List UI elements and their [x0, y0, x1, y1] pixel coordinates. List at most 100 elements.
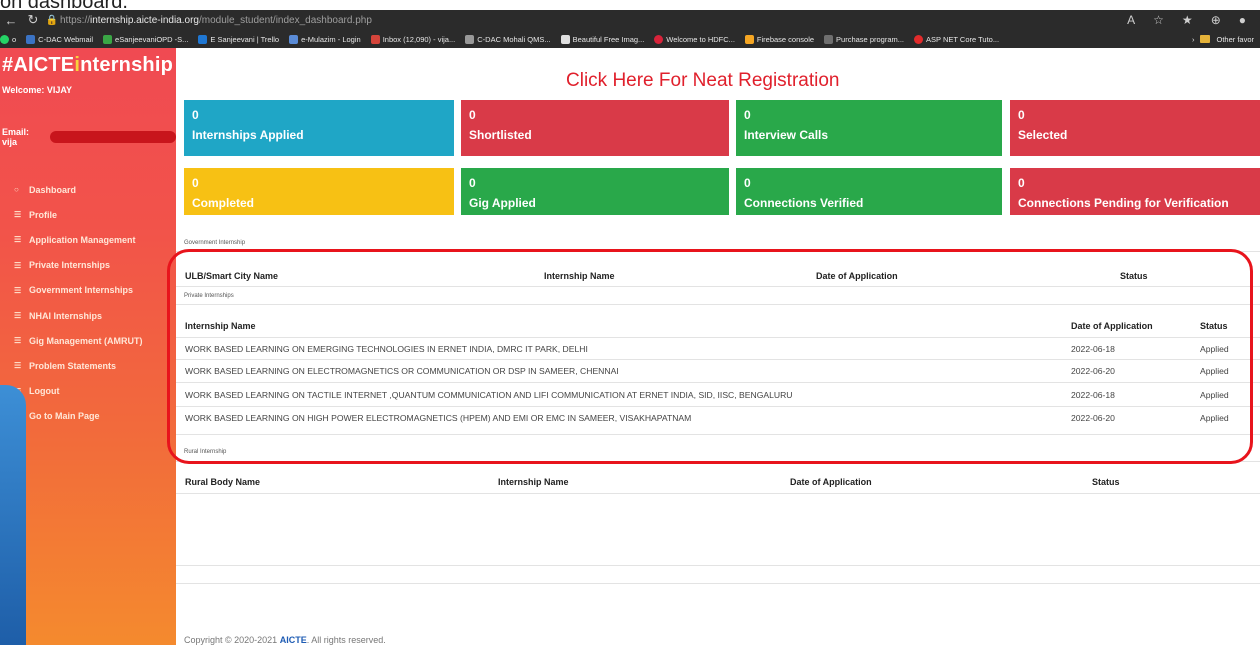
divider — [176, 406, 1260, 407]
divider — [176, 359, 1260, 360]
address-row: ← ↻ 🔒 https://internship.aicte-india.org… — [0, 10, 1260, 30]
divider — [176, 461, 1260, 462]
table-row-internship-name: WORK BASED LEARNING ON ELECTROMAGNETICS … — [185, 366, 619, 376]
col-header-ulb: ULB/Smart City Name — [185, 271, 279, 281]
sidebar-item-logout[interactable]: ☰Logout — [0, 379, 176, 404]
bookmark-item[interactable]: Inbox (12,090) - vija... — [370, 34, 455, 44]
page-caption: on dashboard. — [0, 0, 128, 10]
firebase-icon — [744, 34, 754, 44]
stat-card-shortlisted[interactable]: 0 Shortlisted — [461, 100, 729, 156]
collections-icon[interactable]: ⊕ — [1211, 13, 1221, 27]
sidebar-item-nhai-internships[interactable]: ☰ NHAI Internships — [0, 303, 176, 328]
col-header-internship-name: Internship Name — [498, 477, 569, 487]
table-row-status: Applied — [1200, 413, 1229, 423]
sidebar-item-dashboard[interactable]: ○ Dashboard — [0, 177, 176, 202]
table-row-status: Applied — [1200, 344, 1229, 354]
bookmark-item[interactable]: C-DAC Webmail — [26, 34, 93, 44]
refresh-icon[interactable]: ↻ — [22, 12, 44, 28]
sidebar-item-gig-management[interactable]: ☰ Gig Management (AMRUT) — [0, 328, 176, 353]
divider — [176, 493, 1260, 494]
neat-registration-link[interactable]: Click Here For Neat Registration — [566, 70, 839, 92]
col-header-date: Date of Application — [790, 477, 872, 487]
stat-card-interview-calls[interactable]: 0 Interview Calls — [736, 100, 1002, 156]
main-content: Click Here For Neat Registration 0 Intern… — [176, 48, 1260, 645]
folder-icon — [1200, 35, 1211, 43]
url-path: /module_student/index_dashboard.php — [198, 14, 372, 26]
add-favorite-icon[interactable]: ☆ — [1153, 13, 1164, 27]
divider — [176, 251, 1260, 252]
table-row-status: Applied — [1200, 390, 1229, 400]
bookmark-icon — [103, 34, 113, 44]
lock-icon[interactable]: 🔒 — [44, 15, 60, 26]
col-header-rural-body: Rural Body Name — [185, 477, 261, 487]
col-header-date: Date of Application — [816, 271, 898, 281]
bookmark-item[interactable]: Firebase console — [744, 34, 814, 44]
bookmark-icon — [26, 34, 36, 44]
bookmark-item[interactable]: Purchase program... — [824, 34, 904, 44]
private-internships-caption: Private Internships — [184, 293, 234, 299]
url-host: internship.aicte-india.org — [90, 14, 199, 26]
redaction-mark — [49, 131, 176, 143]
divider — [176, 434, 1260, 435]
col-header-date: Date of Application — [1071, 321, 1153, 331]
list-icon: ☰ — [14, 311, 22, 321]
list-icon: ☰ — [14, 235, 22, 245]
bookmarks-overflow-icon[interactable]: › — [1192, 35, 1195, 44]
footer-copyright: Copyright © 2020-2021 AICTE. All rights … — [184, 635, 386, 645]
bookmark-item[interactable]: e-Mulazim - Login — [289, 34, 361, 44]
sidebar-item-profile[interactable]: ☰ Profile — [0, 202, 176, 227]
welcome-text: Welcome: VIJAY — [2, 85, 73, 95]
bookmark-whatsapp[interactable]: o — [0, 34, 16, 44]
other-favorites[interactable]: Other favor — [1216, 35, 1254, 44]
stat-card-connections-pending[interactable]: 0 Connections Pending for Verification — [1010, 168, 1260, 215]
sidebar-menu: ○ Dashboard ☰ Profile ☰ Application Managem… — [0, 177, 176, 429]
list-icon: ☰ — [14, 361, 22, 371]
col-header-internship-name: Internship Name — [544, 271, 615, 281]
stat-card-gig-applied[interactable]: 0 Gig Applied — [461, 168, 729, 215]
read-aloud-icon[interactable]: A — [1127, 13, 1135, 27]
whatsapp-icon — [0, 34, 9, 44]
sidebar-item-private-internships[interactable]: ☰ Private Internships — [0, 253, 176, 278]
bookmark-item[interactable]: eSanjeevaniOPD -S... — [103, 34, 188, 44]
browser-chrome: ← ↻ 🔒 https://internship.aicte-india.org… — [0, 10, 1260, 48]
brand-logo[interactable]: #AICTEinternship — [0, 48, 176, 77]
email-label: Email: vija — [2, 127, 30, 147]
back-icon[interactable]: ← — [0, 13, 22, 28]
sidebar-item-application-management[interactable]: ☰ Application Management — [0, 227, 176, 252]
bookmark-icon — [289, 34, 299, 44]
address-bar[interactable]: https://internship.aicte-india.org/modul… — [60, 15, 1127, 26]
background-shape — [0, 385, 26, 645]
bookmark-item[interactable]: ASP NET Core Tuto... — [914, 34, 999, 44]
list-icon: ☰ — [14, 210, 22, 220]
stat-card-completed[interactable]: 0 Completed — [184, 168, 454, 215]
table-row-date: 2022-06-18 — [1071, 390, 1115, 400]
divider — [176, 583, 1260, 584]
bookmark-icon — [560, 34, 570, 44]
bookmark-item[interactable]: C-DAC Mohali QMS... — [465, 34, 551, 44]
stat-card-connections-verified[interactable]: 0 Connections Verified — [736, 168, 1002, 215]
col-header-internship-name: Internship Name — [185, 321, 256, 331]
stat-card-internships-applied[interactable]: 0 Internships Applied — [184, 100, 454, 156]
list-icon: ☰ — [14, 260, 22, 270]
list-icon: ☰ — [14, 285, 22, 295]
table-row-date: 2022-06-20 — [1071, 413, 1115, 423]
footer-aicte-link[interactable]: AICTE — [280, 635, 307, 645]
bookmark-icon — [824, 34, 834, 44]
bookmark-item[interactable]: Beautiful Free Imag... — [560, 34, 644, 44]
table-row-internship-name: WORK BASED LEARNING ON TACTILE INTERNET … — [185, 390, 793, 400]
sidebar-item-problem-statements[interactable]: ☰ Problem Statements — [0, 353, 176, 378]
favorites-icon[interactable]: ★ — [1182, 13, 1193, 27]
stat-card-selected[interactable]: 0 Selected — [1010, 100, 1260, 156]
trello-icon — [198, 34, 208, 44]
sidebar-item-government-internships[interactable]: ☰ Government Internships — [0, 278, 176, 303]
col-header-status: Status — [1120, 271, 1148, 281]
list-icon: ☰ — [14, 336, 22, 346]
email-row: Email: vija — [2, 127, 176, 147]
table-row-date: 2022-06-18 — [1071, 344, 1115, 354]
divider — [176, 382, 1260, 383]
profile-icon[interactable]: ● — [1239, 13, 1246, 27]
bookmark-item[interactable]: E Sanjeevani | Trello — [198, 34, 279, 44]
sidebar-item-main-page[interactable]: ☰Go to Main Page — [0, 404, 176, 429]
url-prefix: https:// — [60, 14, 91, 26]
bookmark-item[interactable]: Welcome to HDFC... — [654, 34, 735, 44]
